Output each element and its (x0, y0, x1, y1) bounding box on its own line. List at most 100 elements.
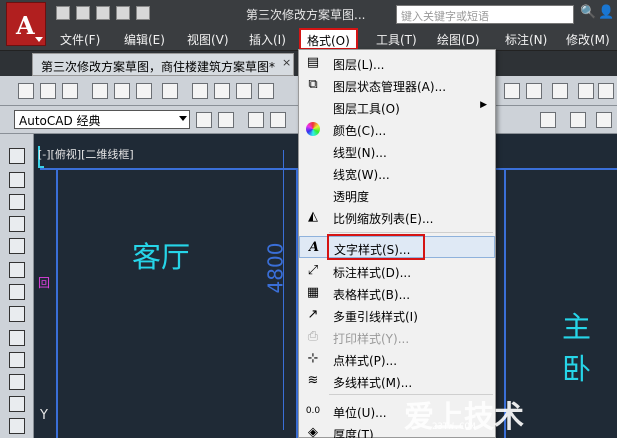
workspace-settings-icon[interactable] (196, 112, 212, 128)
menu-item-transparency[interactable]: 透明度 (299, 184, 495, 206)
copy-icon[interactable] (214, 83, 230, 99)
publish-icon[interactable] (136, 83, 152, 99)
table-style-icon: ▦ (306, 285, 320, 300)
3d-print-icon[interactable] (162, 83, 178, 99)
new-icon[interactable] (18, 83, 34, 99)
units-icon: 0.0 (305, 406, 321, 416)
cut-icon[interactable] (192, 83, 208, 99)
construction-line-icon[interactable] (9, 172, 25, 188)
quick-access-toolbar (56, 6, 150, 20)
autocad-logo-icon: A (16, 11, 35, 40)
multiline-text-icon[interactable] (540, 112, 556, 128)
workspace-select[interactable]: AutoCAD 经典 (14, 110, 190, 129)
workspace-select-value: AutoCAD 经典 (19, 114, 101, 128)
mline-style-icon: ≋ (307, 373, 319, 388)
line-icon[interactable] (9, 148, 25, 164)
design-center-icon[interactable] (578, 83, 594, 99)
menu-item-table-style[interactable]: ▦ 表格样式(B)... (299, 282, 495, 304)
dimension-text: 4800 (263, 242, 288, 294)
marker: 回 (38, 276, 51, 290)
menu-item-layer-tools[interactable]: 图层工具(O) ▶ (299, 96, 495, 118)
wall-line (56, 168, 58, 438)
menu-dimension[interactable]: 标注(N) (505, 31, 547, 48)
menu-tools[interactable]: 工具(T) (376, 31, 417, 48)
format-menu: ▤ 图层(L)... ⧉ 图层状态管理器(A)... 图层工具(O) ▶ 颜色(… (298, 49, 496, 438)
layer-state-icon[interactable] (248, 112, 264, 128)
title-bar: A 第三次修改方案草图... 键入关键字或短语 🔍 👤 (0, 0, 617, 46)
menu-item-lineweight[interactable]: 线宽(W)... (299, 162, 495, 184)
ucs-axis-y: Y (40, 408, 48, 423)
ellipse-icon[interactable] (9, 352, 25, 368)
pan-icon[interactable] (504, 83, 520, 99)
wall-line (496, 168, 617, 170)
highlight-box (327, 234, 425, 260)
document-tab-label: 第三次修改方案草图，商住楼建筑方案草图* (41, 60, 276, 74)
circle-icon[interactable] (9, 284, 25, 300)
polyline-icon[interactable] (9, 194, 25, 210)
menu-item-layer[interactable]: ▤ 图层(L)... (299, 52, 495, 74)
menu-item-mleader-style[interactable]: ↗ 多重引线样式(I) (299, 304, 495, 326)
table-icon[interactable] (596, 112, 612, 128)
arc-icon[interactable] (9, 262, 25, 278)
menu-item-point-style[interactable]: ⊹ 点样式(P)... (299, 348, 495, 370)
room-label-living: 客厅 (132, 240, 191, 274)
plot-style-icon: ⎙ (307, 329, 319, 344)
point-style-icon: ⊹ (307, 351, 319, 366)
plot-preview-icon[interactable] (114, 83, 130, 99)
save-icon[interactable] (62, 83, 78, 99)
menu-file[interactable]: 文件(F) (60, 31, 100, 48)
layer-properties-icon[interactable] (218, 112, 234, 128)
chevron-down-icon (179, 116, 187, 121)
zoom-icon[interactable] (526, 83, 542, 99)
new-file-icon[interactable] (56, 6, 70, 20)
open-icon[interactable] (40, 83, 56, 99)
make-block-icon[interactable] (9, 418, 25, 434)
viewport-label[interactable]: [-][俯视][二维线框] (38, 146, 134, 162)
menu-item-plot-style[interactable]: ⎙ 打印样式(Y)... (299, 326, 495, 348)
menu-item-scale-list[interactable]: ◭ 比例缩放列表(E)... (299, 206, 495, 228)
menu-item-linetype[interactable]: 线型(N)... (299, 140, 495, 162)
user-icon[interactable]: 👤 (598, 5, 614, 20)
close-icon[interactable]: × (282, 56, 291, 69)
application-menu-button[interactable]: A (6, 2, 46, 46)
document-tab[interactable]: 第三次修改方案草图，商住楼建筑方案草图* (32, 53, 294, 76)
menu-item-layer-state[interactable]: ⧉ 图层状态管理器(A)... (299, 74, 495, 96)
print-icon[interactable] (136, 6, 150, 20)
save-icon[interactable] (96, 6, 110, 20)
save-as-icon[interactable] (116, 6, 130, 20)
mleader-style-icon: ↗ (307, 307, 319, 322)
menu-view[interactable]: 视图(V) (187, 31, 229, 48)
menu-format[interactable]: 格式(O) (299, 28, 358, 50)
menu-edit[interactable]: 编辑(E) (124, 31, 165, 48)
menu-modify[interactable]: 修改(M) (566, 31, 610, 48)
polygon-icon[interactable] (9, 216, 25, 232)
menu-insert[interactable]: 插入(I) (249, 31, 286, 48)
revision-cloud-icon[interactable] (9, 306, 25, 322)
insert-block-icon[interactable] (9, 396, 25, 412)
rectangle-icon[interactable] (9, 238, 25, 254)
bulb-icon[interactable] (270, 112, 286, 128)
room-label-bedroom: 主卧 (562, 310, 592, 386)
dimension-icon[interactable] (570, 112, 586, 128)
draw-palette (0, 134, 34, 438)
paste-icon[interactable] (236, 83, 252, 99)
menu-draw[interactable]: 绘图(D) (437, 31, 480, 48)
text-style-icon: A (308, 240, 320, 255)
properties-icon[interactable] (552, 83, 568, 99)
thickness-icon: ◈ (308, 425, 318, 438)
tool-palette-icon[interactable] (598, 83, 614, 99)
open-file-icon[interactable] (76, 6, 90, 20)
print-icon[interactable] (92, 83, 108, 99)
search-input[interactable]: 键入关键字或短语 (396, 5, 574, 24)
menu-item-dim-style[interactable]: ⤢ 标注样式(D)... (299, 260, 495, 282)
ellipse-arc-icon[interactable] (9, 374, 25, 390)
window-title: 第三次修改方案草图... (246, 8, 366, 22)
layers-icon: ▤ (306, 55, 320, 70)
match-properties-icon[interactable] (258, 83, 274, 99)
spline-icon[interactable] (9, 330, 25, 346)
binoculars-icon[interactable]: 🔍 (580, 5, 596, 21)
chevron-right-icon: ▶ (480, 100, 487, 110)
menu-item-mline-style[interactable]: ≋ 多线样式(M)... (299, 370, 495, 392)
menu-item-color[interactable]: 颜色(C)... (299, 118, 495, 140)
menu-separator (329, 232, 493, 233)
